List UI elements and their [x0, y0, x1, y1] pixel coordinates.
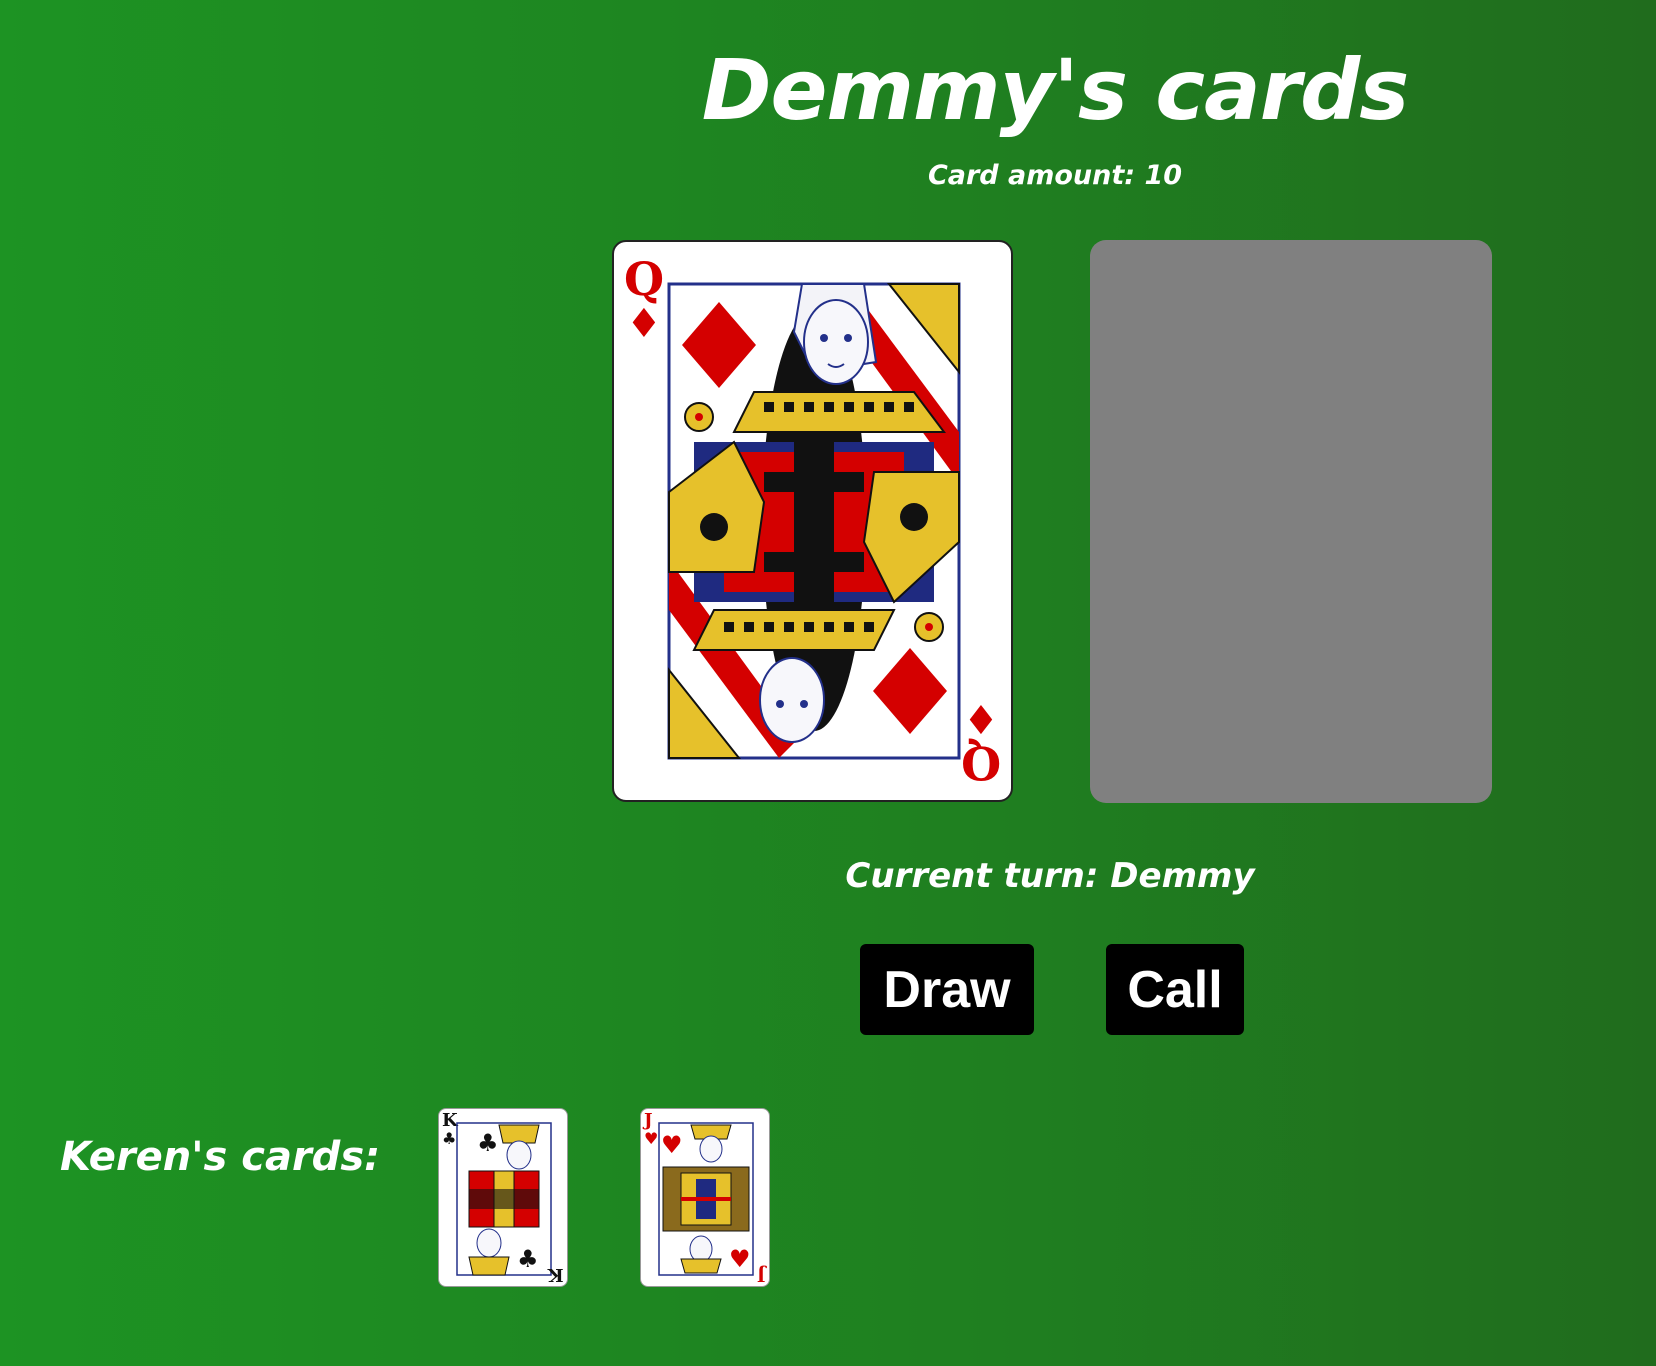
- card-amount: Card amount: 10: [927, 160, 1183, 191]
- current-turn: Current turn: Demmy: [845, 856, 1255, 896]
- jack-portrait-icon: ♥ ♥: [658, 1122, 754, 1276]
- svg-text:♥: ♥: [661, 1131, 683, 1159]
- king-portrait-icon: ♣ ♣: [456, 1122, 552, 1276]
- queen-portrait-icon: [667, 282, 961, 760]
- page-title: Demmy's cards: [701, 41, 1410, 139]
- opponent-card-king-of-clubs[interactable]: K ♣ ♣ ♣ K: [438, 1108, 568, 1287]
- card-rank-bottom: K: [548, 1264, 564, 1285]
- opponent-card-jack-of-hearts[interactable]: J ♥ ♥ ♥ J: [640, 1108, 770, 1287]
- svg-text:♥: ♥: [729, 1245, 751, 1273]
- draw-pile[interactable]: [1090, 240, 1492, 803]
- opponent-cards-label: Keren's cards:: [60, 1134, 381, 1180]
- call-button[interactable]: Call: [1106, 944, 1244, 1035]
- card-rank-bottom: J: [757, 1264, 766, 1285]
- svg-text:♣: ♣: [477, 1129, 499, 1157]
- svg-text:♣: ♣: [517, 1245, 539, 1273]
- face-up-card-queen-of-diamonds[interactable]: Q ♦ Q ♦: [612, 240, 1013, 802]
- draw-button[interactable]: Draw: [860, 944, 1034, 1035]
